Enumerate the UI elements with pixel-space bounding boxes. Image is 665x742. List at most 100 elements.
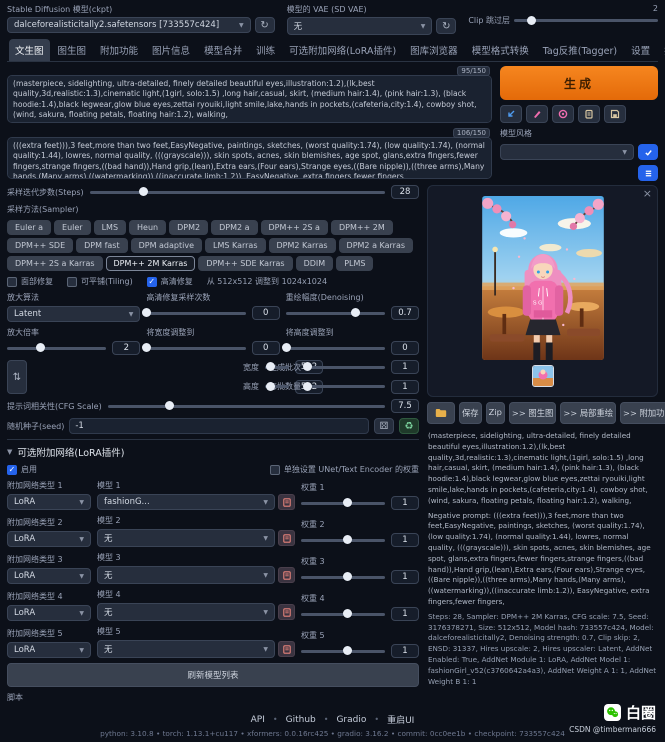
lora-type-2-dropdown[interactable]: LoRA▼	[7, 531, 91, 547]
hires-fix-toggle[interactable]: ✓ 高清修复	[147, 276, 193, 287]
sampler-dpm-adaptive[interactable]: DPM adaptive	[131, 238, 202, 253]
lora-model-5-dropdown[interactable]: 无▼	[97, 640, 275, 658]
batch-count-value[interactable]: 1	[391, 360, 419, 374]
style-refresh-button[interactable]	[638, 165, 658, 181]
tab-extras[interactable]: 附加功能	[94, 39, 144, 61]
additional-networks-header[interactable]: ▼ 可选附加网络(LoRA插件)	[7, 445, 419, 459]
send-to-img2img-button[interactable]: >> 图生图	[509, 402, 556, 424]
upscaler-dropdown[interactable]: Latent▼	[7, 306, 140, 322]
random-seed-button[interactable]: ⚄	[374, 418, 394, 434]
lora-weight-4-value[interactable]: 1	[391, 607, 419, 621]
tab-train[interactable]: 训练	[250, 39, 281, 61]
gallery-thumbnail[interactable]	[532, 365, 554, 387]
lora-model-3-dropdown[interactable]: 无▼	[97, 566, 275, 584]
tab-tagger[interactable]: Tag反推(Tagger)	[537, 39, 623, 61]
zip-button[interactable]: Zip	[486, 402, 505, 424]
tab-settings[interactable]: 设置	[625, 39, 656, 61]
lora-weight-2-value[interactable]: 1	[391, 533, 419, 547]
denoising-value[interactable]: 0.7	[391, 306, 419, 320]
height-slider[interactable]	[265, 385, 289, 388]
tab-png-info[interactable]: 图片信息	[146, 39, 196, 61]
steps-slider[interactable]	[90, 191, 385, 194]
sampler-lms[interactable]: LMS	[94, 220, 126, 235]
tab-image-browser[interactable]: 图库浏览器	[404, 39, 464, 61]
lora-model-1-dropdown[interactable]: fashionG...▼	[97, 494, 275, 510]
resize-height-slider[interactable]	[286, 347, 385, 350]
reuse-seed-button[interactable]: ♻	[399, 418, 419, 434]
lora-model-3-info-button[interactable]	[278, 567, 295, 583]
style-dropdown[interactable]: ▼	[500, 144, 634, 160]
batch-count-slider[interactable]	[307, 366, 385, 369]
hires-steps-slider[interactable]	[146, 312, 245, 315]
upscale-by-value[interactable]: 2	[112, 341, 140, 355]
sampler-euler[interactable]: Euler	[54, 220, 91, 235]
lora-weight-1-value[interactable]: 1	[391, 496, 419, 510]
lora-model-2-info-button[interactable]	[278, 530, 295, 546]
save-style-button[interactable]	[604, 105, 626, 123]
vae-dropdown[interactable]: 无▼	[287, 17, 433, 35]
lora-separate-weights-toggle[interactable]: 单独设置 UNet/Text Encoder 的权重	[270, 464, 419, 475]
upscale-by-slider[interactable]	[7, 347, 106, 350]
lora-enable-toggle[interactable]: ✓ 启用	[7, 464, 37, 475]
prompt-input[interactable]: (masterpiece, sidelighting, ultra-detail…	[7, 75, 492, 123]
tab-img2img[interactable]: 图生图	[52, 39, 93, 61]
lora-model-2-dropdown[interactable]: 无▼	[97, 529, 275, 547]
batch-size-slider[interactable]	[307, 385, 385, 388]
denoising-slider[interactable]	[286, 312, 385, 315]
lora-type-1-dropdown[interactable]: LoRA▼	[7, 494, 91, 510]
paste-params-button[interactable]	[500, 105, 522, 123]
batch-size-value[interactable]: 1	[391, 380, 419, 394]
tab-checkpoint-merger[interactable]: 模型合并	[198, 39, 248, 61]
sampler-dpmpp-2m[interactable]: DPM++ 2M	[331, 220, 393, 235]
sampler-heun[interactable]: Heun	[129, 220, 166, 235]
refresh-models-button[interactable]: 刷新模型列表	[7, 663, 419, 687]
clip-skip-slider[interactable]	[514, 19, 658, 22]
clear-prompt-button[interactable]	[526, 105, 548, 123]
sampler-dpmpp-2s-a[interactable]: DPM++ 2S a	[261, 220, 328, 235]
send-to-extras-button[interactable]: >> 附加功能	[620, 402, 665, 424]
api-link[interactable]: API	[251, 715, 265, 725]
restore-faces-toggle[interactable]: 面部修复	[7, 276, 53, 287]
lora-weight-4-slider[interactable]	[301, 613, 385, 616]
close-icon[interactable]: ×	[643, 187, 652, 200]
cfg-slider[interactable]	[108, 405, 385, 408]
save-button[interactable]: 保存	[459, 402, 482, 424]
sampler-dpm2-a[interactable]: DPM2 a	[211, 220, 257, 235]
sampler-dpmpp-2m-karras[interactable]: DPM++ 2M Karras	[106, 256, 196, 271]
checkpoint-dropdown[interactable]: dalceforealisticitally2.safetensors [733…	[7, 17, 251, 33]
sampler-dpm2[interactable]: DPM2	[169, 220, 208, 235]
open-folder-button[interactable]	[427, 402, 455, 424]
send-to-inpaint-button[interactable]: >> 局部重绘	[560, 402, 616, 424]
resize-width-slider[interactable]	[146, 347, 245, 350]
reload-ui-link[interactable]: 重启UI	[387, 713, 414, 726]
steps-value[interactable]: 28	[391, 185, 419, 199]
generated-image[interactable]: S G	[482, 196, 604, 360]
sampler-dpmpp-sde-karras[interactable]: DPM++ SDE Karras	[198, 256, 292, 271]
negative-prompt-input[interactable]: (((extra feet))),3 feet,more than two fe…	[7, 137, 492, 179]
github-link[interactable]: Github	[286, 715, 316, 725]
tiling-toggle[interactable]: 可平铺(Tiling)	[67, 276, 133, 287]
sampler-ddim[interactable]: DDIM	[296, 256, 334, 271]
resize-height-value[interactable]: 0	[391, 341, 419, 355]
sampler-dpm-fast[interactable]: DPM fast	[76, 238, 127, 253]
seed-input[interactable]: -1	[69, 418, 369, 434]
lora-weight-1-slider[interactable]	[301, 502, 385, 505]
lora-weight-5-slider[interactable]	[301, 650, 385, 653]
gradio-link[interactable]: Gradio	[336, 715, 366, 725]
lora-type-5-dropdown[interactable]: LoRA▼	[7, 642, 91, 658]
lora-type-3-dropdown[interactable]: LoRA▼	[7, 568, 91, 584]
tab-model-converter[interactable]: 模型格式转换	[466, 39, 535, 61]
sampler-dpm2-a-karras[interactable]: DPM2 a Karras	[339, 238, 413, 253]
cfg-value[interactable]: 7.5	[391, 399, 419, 413]
swap-dimensions-button[interactable]: ⇅	[7, 360, 27, 394]
lora-model-4-dropdown[interactable]: 无▼	[97, 603, 275, 621]
sampler-lms-karras[interactable]: LMS Karras	[205, 238, 266, 253]
refresh-checkpoint-button[interactable]: ↻	[255, 17, 275, 33]
lora-weight-3-slider[interactable]	[301, 576, 385, 579]
lora-weight-2-slider[interactable]	[301, 539, 385, 542]
lora-type-4-dropdown[interactable]: LoRA▼	[7, 605, 91, 621]
lora-model-1-info-button[interactable]	[278, 494, 295, 510]
tab-extensions[interactable]: 扩展	[658, 39, 665, 61]
refresh-vae-button[interactable]: ↻	[436, 18, 456, 34]
generate-button[interactable]: 生成	[500, 66, 658, 100]
